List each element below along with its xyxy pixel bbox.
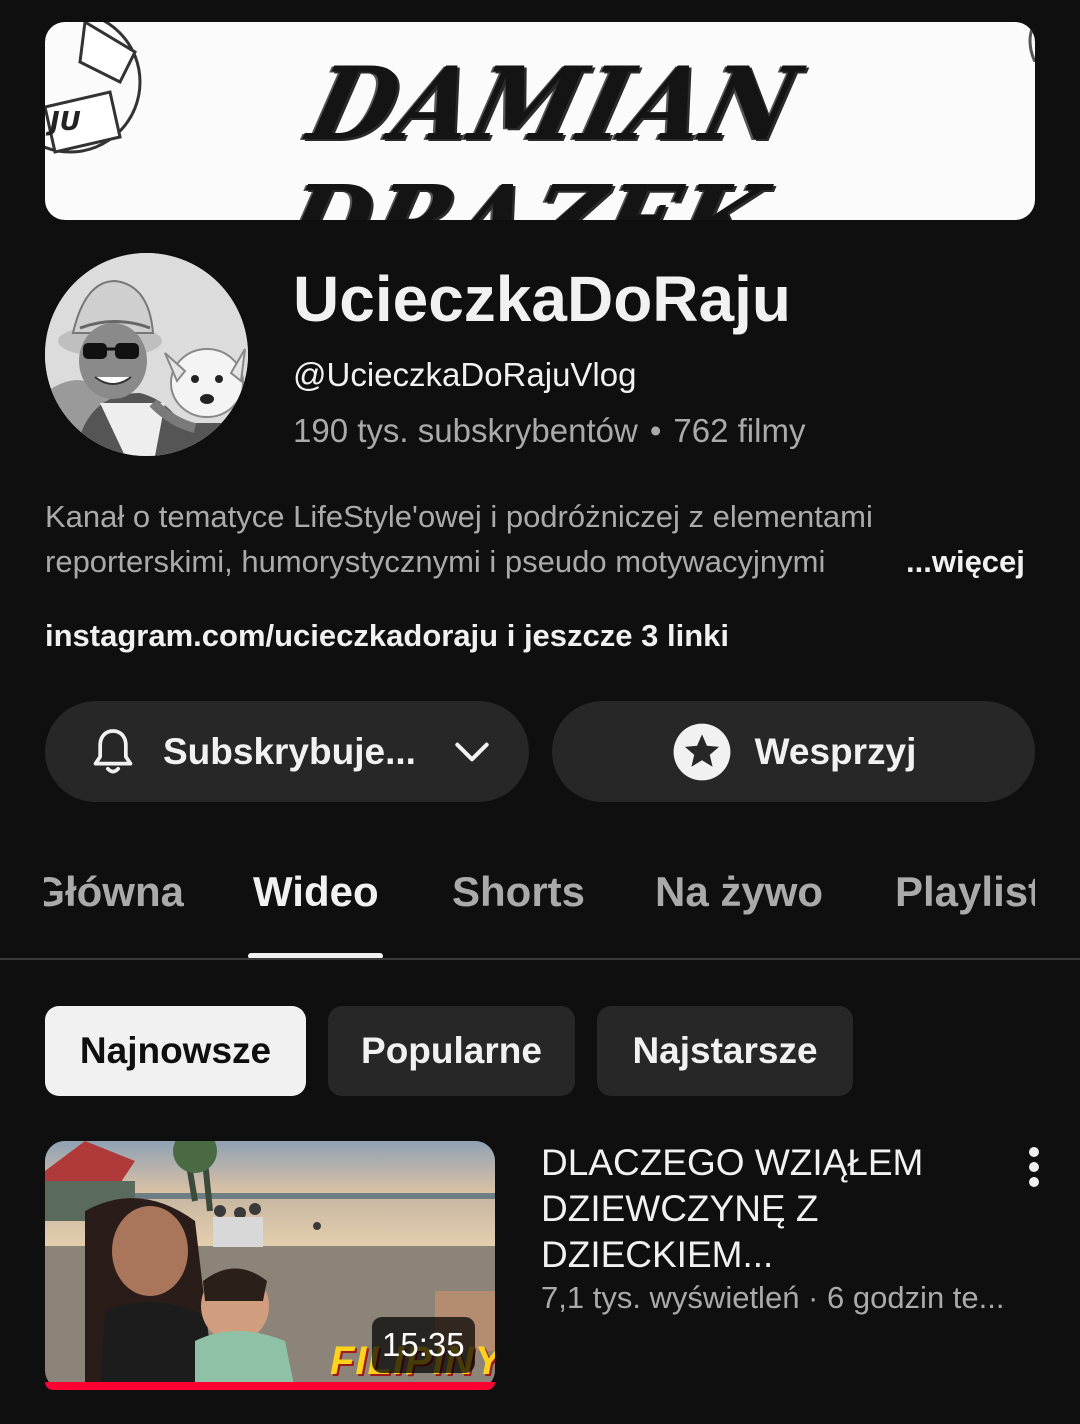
video-title-line: DZIEWCZYNĘ Z	[541, 1188, 819, 1229]
video-duration: 15:35	[372, 1317, 475, 1373]
video-title-line: DZIECKIEM...	[541, 1234, 774, 1275]
avatar-image	[45, 253, 248, 456]
chip-oldest[interactable]: Najstarsze	[597, 1006, 853, 1096]
support-label: Wesprzyj	[754, 730, 917, 772]
channel-description[interactable]: Kanał o tematyce LifeStyle'owej i podróż…	[45, 494, 1035, 584]
description-line: reporterskimi, humorystycznymi i pseudo …	[45, 544, 826, 579]
tab-shorts[interactable]: Shorts	[452, 868, 585, 916]
tab-live[interactable]: Na żywo	[655, 868, 823, 916]
subscribe-label: Subskrybuje...	[163, 730, 416, 772]
channel-stats: 190 tys. subskrybentów • 762 filmy	[293, 412, 805, 450]
chevron-down-icon	[455, 742, 489, 761]
tab-home[interactable]: Główna	[44, 868, 184, 916]
support-button[interactable]: Wesprzyj	[552, 701, 1035, 802]
description-line: Kanał o tematyce LifeStyle'owej i podróż…	[45, 499, 873, 534]
video-title-line: DLACZEGO WZIĄŁEM	[541, 1142, 924, 1183]
chip-popular[interactable]: Popularne	[328, 1006, 575, 1096]
banner-title: DAMIAN DRAZEK	[272, 44, 812, 220]
tab-playlists[interactable]: Playlisty	[895, 868, 1035, 916]
stats-separator: •	[649, 412, 662, 449]
tab-videos[interactable]: Wideo	[253, 868, 379, 916]
channel-banner: JU DAMIAN DRAZEK	[45, 22, 1035, 220]
channel-tabs: Główna Wideo Shorts Na żywo Playlisty	[0, 840, 1080, 960]
active-tab-indicator	[248, 953, 383, 958]
chip-newest[interactable]: Najnowsze	[45, 1006, 306, 1096]
channel-links[interactable]: instagram.com/ucieczkadoraju i jeszcze 3…	[45, 618, 729, 654]
more-vert-icon[interactable]	[1018, 1145, 1050, 1189]
star-icon	[673, 723, 731, 780]
channel-name: UcieczkaDoRaju	[293, 263, 791, 335]
channel-avatar[interactable]	[45, 253, 248, 456]
video-title[interactable]: DLACZEGO WZIĄŁEM DZIEWCZYNĘ Z DZIECKIEM.…	[541, 1140, 971, 1278]
bell-icon	[93, 728, 133, 773]
subscribed-button[interactable]: Subskrybuje...	[45, 701, 529, 802]
channel-handle: @UcieczkaDoRajuVlog	[293, 356, 637, 393]
video-meta: 7,1 tys. wyświetleń · 6 godzin te...	[541, 1280, 1005, 1315]
video-count: 762 filmy	[673, 412, 806, 449]
subscriber-count: 190 tys. subskrybentów	[293, 412, 638, 449]
banner-seal-edge	[1028, 22, 1035, 62]
watch-progress-bar	[45, 1382, 495, 1390]
more-link[interactable]: ...więcej	[906, 539, 1025, 584]
